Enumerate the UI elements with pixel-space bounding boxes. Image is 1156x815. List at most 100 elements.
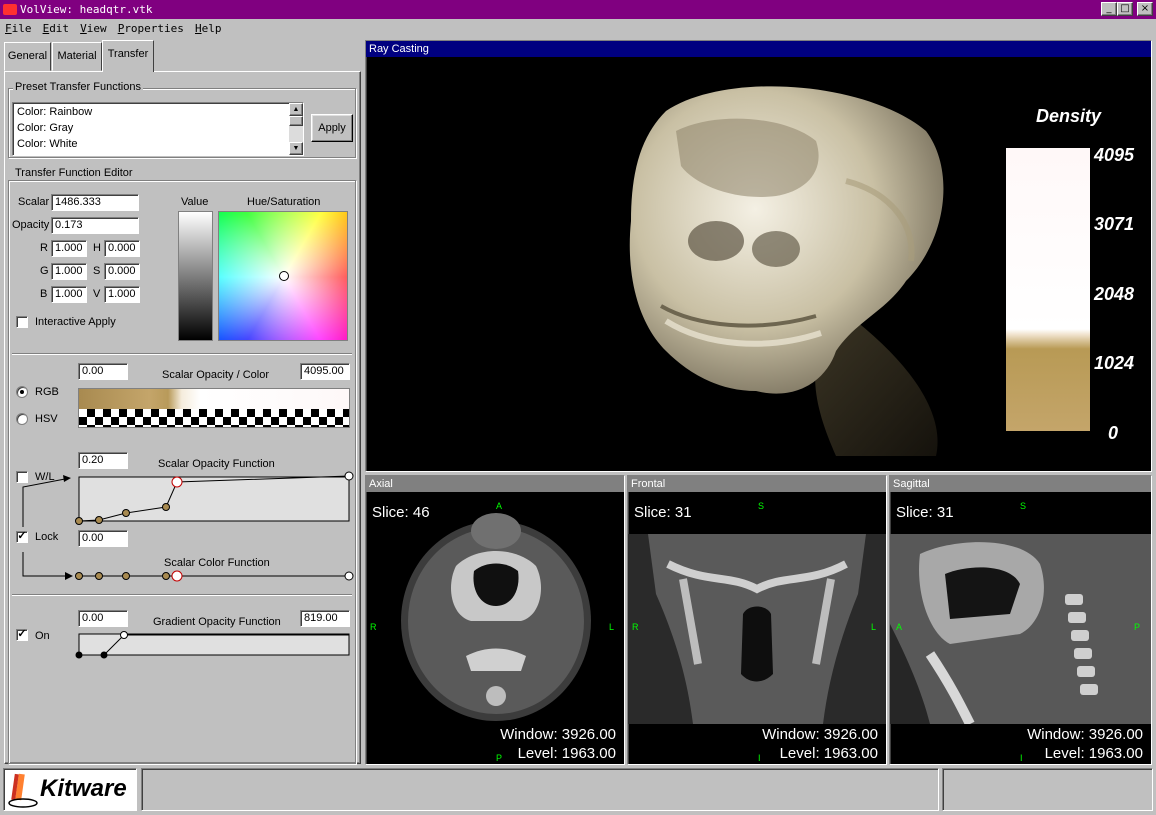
menu-edit[interactable]: Edit: [40, 20, 73, 38]
hue-saturation-label: Hue/Saturation: [247, 196, 321, 208]
app-icon: [3, 4, 17, 15]
gradient-on-checkbox[interactable]: ✓: [16, 629, 28, 641]
tab-general[interactable]: General: [4, 42, 51, 71]
r-input[interactable]: 1.000: [51, 240, 87, 257]
scalar-range-max-input[interactable]: 4095.00: [300, 363, 350, 380]
preset-item-rainbow[interactable]: Color: Rainbow: [17, 106, 92, 118]
color-ramp[interactable]: [78, 388, 350, 428]
sagittal-slice-number: Slice: 31: [896, 504, 954, 521]
r-label: R: [40, 242, 48, 254]
b-input[interactable]: 1.000: [51, 286, 87, 303]
gradient-min-input[interactable]: 0.00: [78, 610, 128, 627]
lock-link-arrowhead-top: [63, 475, 71, 482]
frontal-slice-image-icon: [628, 534, 886, 724]
preset-scrollbar[interactable]: ▲ ▼: [289, 103, 303, 155]
color-node-end: [344, 571, 354, 581]
menu-bar: File Edit View Properties Help: [0, 20, 1156, 38]
gradient-max-input[interactable]: 819.00: [300, 610, 350, 627]
b-label: B: [40, 288, 48, 300]
opacity-node-selected: [171, 476, 183, 488]
preset-list[interactable]: Color: Rainbow Color: Gray Color: White …: [12, 102, 304, 156]
sagittal-view[interactable]: Sagittal Slice: 31 S A P I Window: 3926.…: [889, 475, 1152, 765]
opacity-node-1: [95, 516, 103, 524]
g-input[interactable]: 1.000: [51, 263, 87, 280]
close-button[interactable]: ×: [1137, 2, 1153, 16]
status-progress: [942, 768, 1153, 811]
value-label: Value: [181, 196, 209, 208]
menu-view[interactable]: View: [77, 20, 110, 38]
sagittal-level: Level: 1963.00: [1044, 745, 1143, 762]
preset-item-gray[interactable]: Color: Gray: [17, 122, 73, 134]
axial-orient-left: R: [370, 622, 377, 632]
v-input[interactable]: 1.000: [104, 286, 140, 303]
opacity-node-3: [162, 503, 170, 511]
frontal-orient-right: L: [871, 622, 877, 632]
lock-link-arrowhead-bottom: [65, 572, 73, 580]
opacity-input[interactable]: 0.173: [51, 217, 139, 234]
gradient-opacity-canvas[interactable]: [75, 629, 355, 659]
section-divider-2: [12, 594, 352, 596]
axial-header: Axial: [366, 476, 624, 492]
preset-item-white[interactable]: Color: White: [17, 138, 78, 150]
gradient-node-0: [75, 651, 83, 659]
density-tick-1024: 1024: [1094, 353, 1135, 373]
menu-properties[interactable]: Properties: [115, 20, 187, 38]
hue-saturation-wheel[interactable]: [218, 211, 348, 341]
title-bar[interactable]: VolView: headqtr.vtk _ □ ×: [0, 0, 1156, 19]
sagittal-orient-left: A: [896, 622, 903, 632]
gradient-node-2: [120, 631, 128, 639]
tab-transfer[interactable]: Transfer: [102, 40, 154, 72]
sagittal-orient-right: P: [1134, 622, 1141, 632]
density-tick-4095: 4095: [1094, 145, 1135, 165]
scroll-up-arrow-icon[interactable]: ▲: [289, 103, 303, 116]
gradient-on-label: On: [35, 630, 50, 642]
frontal-view[interactable]: Frontal Slice: 31 S R L I Window: 3926.0…: [627, 475, 887, 765]
opacity-node-0: [75, 517, 83, 525]
menu-help[interactable]: Help: [192, 20, 225, 38]
opacity-label: Opacity: [12, 219, 50, 231]
density-color-bar: [1006, 148, 1090, 431]
lock-link-arrow-bottom: [22, 552, 67, 577]
s-label: S: [93, 265, 101, 277]
tab-material[interactable]: Material: [52, 42, 102, 71]
axial-orient-right: L: [609, 622, 615, 632]
hue-cursor-icon[interactable]: [279, 271, 289, 281]
apply-button[interactable]: Apply: [311, 114, 353, 142]
section-divider: [12, 353, 352, 355]
transfer-function-curves[interactable]: [5, 467, 362, 582]
ray-casting-view[interactable]: Ray Casting Density 4095 3071 2048 1024 …: [365, 40, 1152, 472]
scalar-range-min-input[interactable]: 0.00: [78, 363, 128, 380]
scroll-thumb[interactable]: [289, 116, 303, 126]
editor-group-title: Transfer Function Editor: [13, 167, 135, 179]
frontal-header: Frontal: [628, 476, 886, 492]
kitware-logo: Kitware: [3, 768, 137, 811]
lock-link-arrow-top: [22, 478, 66, 527]
axial-view[interactable]: Axial Slice: 46 A R L P Window: 3926.00 …: [365, 475, 625, 765]
opacity-node-2: [122, 509, 130, 517]
hsv-label: HSV: [35, 413, 58, 425]
color-node-3: [162, 572, 170, 580]
frontal-window: Window: 3926.00: [762, 726, 878, 743]
v-label: V: [93, 288, 101, 300]
minimize-button[interactable]: _: [1101, 2, 1117, 16]
scalar-input[interactable]: 1486.333: [51, 194, 139, 211]
menu-file[interactable]: File: [2, 20, 35, 38]
interactive-apply-label: Interactive Apply: [35, 316, 116, 328]
h-label: H: [93, 242, 101, 254]
maximize-button[interactable]: □: [1117, 2, 1133, 16]
hsv-radio[interactable]: [16, 413, 28, 425]
h-input[interactable]: 0.000: [104, 240, 140, 257]
sagittal-orient-bottom: I: [1020, 753, 1023, 763]
axial-level: Level: 1963.00: [517, 745, 616, 762]
sagittal-orient-top: S: [1020, 501, 1027, 511]
interactive-apply-checkbox[interactable]: [16, 316, 28, 328]
rgb-radio[interactable]: [16, 386, 28, 398]
s-input[interactable]: 0.000: [104, 263, 140, 280]
sagittal-slice-image-icon: [890, 534, 1151, 724]
gradient-node-1: [100, 651, 108, 659]
density-tick-0: 0: [1108, 423, 1119, 443]
scroll-down-arrow-icon[interactable]: ▼: [289, 142, 303, 155]
value-ramp[interactable]: [178, 211, 213, 341]
ray-casting-header: Ray Casting: [366, 41, 1151, 57]
opacity-node-end: [344, 471, 354, 481]
